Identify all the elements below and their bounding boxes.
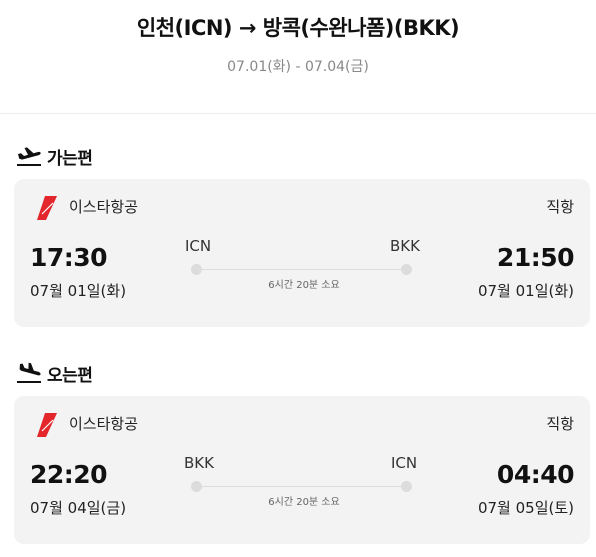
flight-type-badge: 직항	[546, 415, 574, 433]
flight-type-badge: 직항	[546, 198, 574, 216]
trip-header: 인천(ICN) → 방콕(수완나폼)(BKK) 07.01(화) - 07.04…	[0, 0, 596, 114]
departure-date: 07월 01일(화)	[30, 282, 127, 300]
departure-time: 22:20	[30, 460, 108, 489]
departure-dot	[191, 481, 202, 492]
arrival-date: 07월 01일(화)	[477, 282, 574, 300]
departure-airport-code: ICN	[184, 237, 212, 255]
eastar-jet-logo-icon	[36, 196, 58, 220]
route-line	[196, 269, 408, 270]
plane-landing-icon	[16, 362, 42, 384]
departure-dot	[191, 264, 202, 275]
departure-date: 07월 04일(금)	[30, 499, 127, 517]
trip-date-range: 07.01(화) - 07.04(금)	[227, 59, 369, 75]
flight-duration: 6시간 20분 소요	[268, 280, 340, 291]
outbound-leg-header: 가는편	[16, 143, 93, 169]
flight-duration: 6시간 20분 소요	[268, 497, 340, 508]
departure-time: 17:30	[30, 243, 108, 272]
route-title: 인천(ICN) → 방콕(수완나폼)(BKK)	[136, 16, 460, 40]
arrival-date: 07월 05일(토)	[477, 499, 574, 517]
return-leg-label: 오는편	[47, 365, 93, 386]
arrival-dot	[401, 264, 412, 275]
outbound-flight-card[interactable]: 이스타항공 직항 17:30 07월 01일(화) ICN BKK 6시간 20…	[14, 179, 590, 327]
arrival-time: 21:50	[496, 243, 575, 272]
airline-name: 이스타항공	[69, 415, 139, 433]
return-leg-header: 오는편	[16, 360, 93, 386]
arrival-airport-code: ICN	[390, 454, 418, 472]
plane-takeoff-icon	[16, 145, 42, 167]
route-line	[196, 486, 408, 487]
arrival-airport-code: BKK	[390, 237, 420, 255]
arrival-dot	[401, 481, 412, 492]
arrival-time: 04:40	[496, 460, 575, 489]
airline-name: 이스타항공	[69, 198, 139, 216]
return-flight-card[interactable]: 이스타항공 직항 22:20 07월 04일(금) BKK ICN 6시간 20…	[14, 396, 590, 544]
outbound-leg-label: 가는편	[47, 148, 93, 169]
departure-airport-code: BKK	[184, 454, 214, 472]
eastar-jet-logo-icon	[36, 413, 58, 437]
